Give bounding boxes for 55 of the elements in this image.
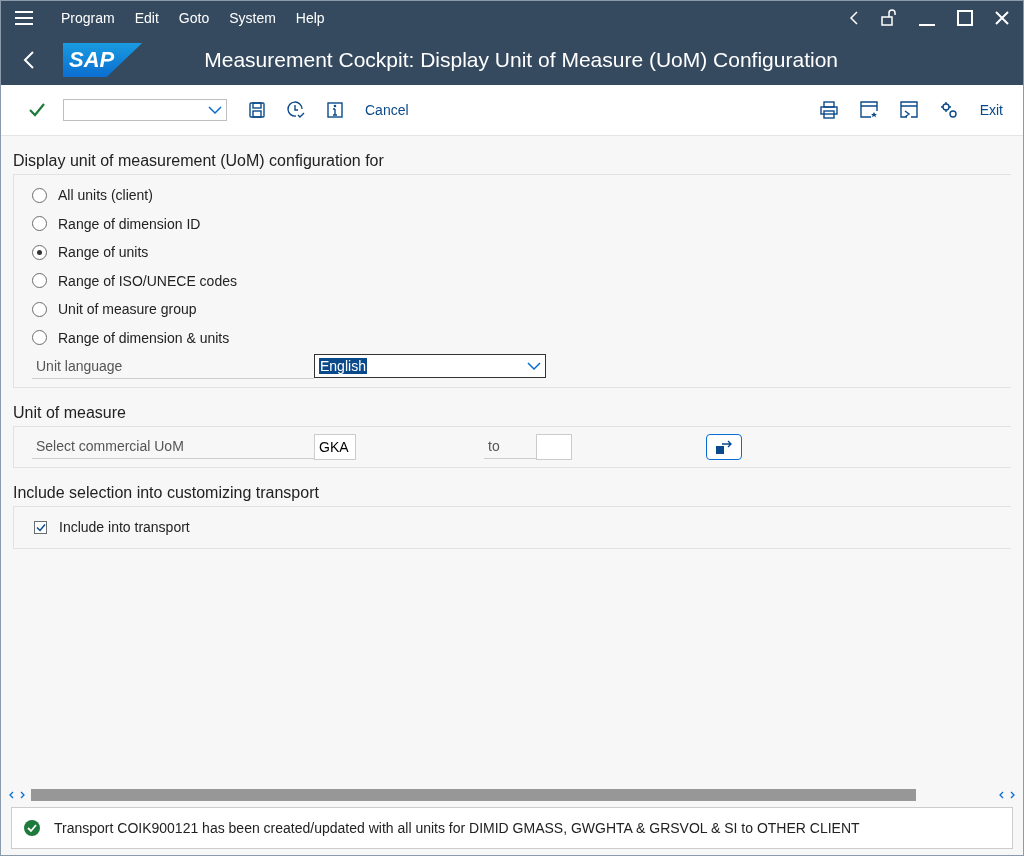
radio-label: Range of dimension ID	[58, 215, 201, 232]
exit-button[interactable]: Exit	[979, 102, 1003, 118]
radio-button[interactable]	[32, 244, 47, 260]
radio-label: Range of dimension & units	[58, 329, 230, 346]
chevron-left-icon[interactable]	[849, 11, 859, 25]
radio-button[interactable]	[32, 273, 47, 289]
success-icon	[24, 820, 40, 836]
field-label: Unit language	[32, 353, 314, 379]
to-field[interactable]	[536, 433, 572, 460]
radio-label: Unit of measure group	[58, 301, 197, 318]
radio-label: All units (client)	[58, 187, 153, 204]
chevron-down-icon[interactable]	[208, 106, 222, 114]
window-star-icon[interactable]	[859, 101, 878, 119]
radio-label: Range of units	[58, 244, 149, 261]
radio-button[interactable]	[32, 301, 47, 317]
window-title: Measurement Cockpit: Display Unit of Measure (UoM) Configuration	[204, 48, 838, 72]
unlock-icon[interactable]	[881, 9, 897, 27]
window-arrow-icon[interactable]	[899, 101, 918, 119]
menu-item[interactable]: System	[229, 10, 276, 26]
radio-label: Range of ISO/UNECE codes	[58, 272, 237, 289]
menu-icon[interactable]	[15, 11, 33, 25]
save-icon[interactable]	[249, 102, 265, 118]
menu-item[interactable]: Goto	[178, 10, 210, 26]
multiple-selection-button[interactable]	[706, 433, 742, 460]
radio-button[interactable]	[32, 216, 47, 232]
command-field[interactable]	[63, 99, 227, 121]
checkbox-label: Include into transport	[59, 519, 190, 536]
settings-icon[interactable]	[939, 101, 958, 119]
from-field[interactable]: GKA	[314, 433, 356, 460]
status-text: Transport COIK900121 has been created/updated with all units for DIMID GMASS, GWGHTA & GRSVOL & SI to OTHER CLIENT	[54, 820, 860, 836]
chevron-down-icon[interactable]	[527, 362, 541, 371]
section-title: Display unit of measurement (UoM) configuration for	[13, 152, 385, 171]
menu-item[interactable]: Program	[61, 10, 115, 26]
printer-icon[interactable]	[819, 101, 838, 119]
arrow-square-icon	[714, 438, 734, 455]
field-label: Select commercial UoM	[32, 434, 314, 460]
radio-button[interactable]	[32, 187, 47, 203]
section-title: Unit of measure	[13, 403, 127, 423]
info-icon[interactable]	[327, 102, 343, 118]
checkbox[interactable]	[34, 520, 47, 534]
scroll-arrows-icon[interactable]	[999, 791, 1015, 799]
cancel-button[interactable]: Cancel	[365, 102, 409, 118]
section-title: Include selection into customizing transport	[13, 484, 320, 503]
menu-item[interactable]: Edit	[134, 10, 159, 26]
scroll-arrows-icon[interactable]	[9, 791, 25, 799]
scrollbar-thumb[interactable]	[31, 789, 917, 801]
sap-logo: SAP	[63, 43, 143, 77]
maximize-icon[interactable]	[957, 10, 973, 26]
language-dropdown[interactable]: English	[314, 354, 546, 379]
close-icon[interactable]	[995, 11, 1009, 25]
checkmark-icon[interactable]	[29, 103, 45, 117]
menu-item[interactable]: Help	[295, 10, 325, 26]
radio-button[interactable]	[32, 330, 47, 346]
back-icon[interactable]	[23, 51, 35, 69]
clock-check-icon[interactable]	[287, 101, 305, 119]
